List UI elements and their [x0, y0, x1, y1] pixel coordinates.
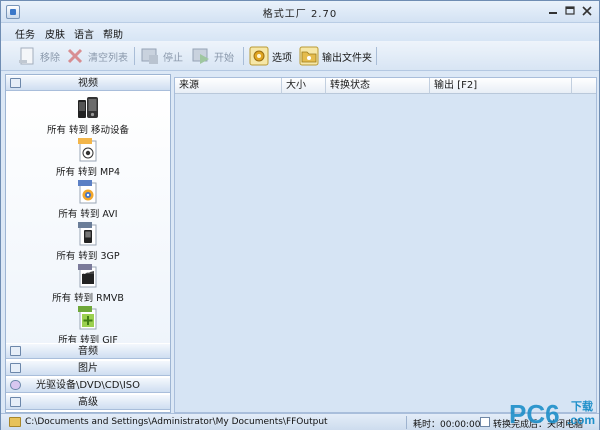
menu-task[interactable]: 任务	[15, 26, 35, 41]
category-audio[interactable]: 音频	[6, 343, 170, 359]
options-label: 选项	[272, 52, 292, 64]
image-category-icon	[10, 363, 21, 373]
video-item-gif[interactable]: 所有 转到 GIF	[6, 306, 170, 346]
disc-category-icon	[10, 380, 21, 390]
video-category-icon	[10, 78, 21, 88]
category-video[interactable]: 视频	[6, 75, 170, 91]
video-item-3gp[interactable]: 所有 转到 3GP	[6, 222, 170, 262]
clear-list-label: 清空列表	[88, 52, 128, 64]
gear-icon	[249, 46, 269, 66]
toolbar-separator	[243, 47, 244, 65]
column-filler	[572, 78, 596, 94]
video-item-mobile[interactable]: 所有 转到 移动设备	[6, 96, 170, 136]
menu-bar: 任务 皮肤 语言 帮助	[1, 23, 599, 41]
toolbar-separator	[134, 47, 135, 65]
menu-skin[interactable]: 皮肤	[45, 26, 65, 41]
title-bar[interactable]: 格式工厂 2.70	[1, 1, 599, 23]
maximize-icon	[565, 6, 575, 15]
remove-file-icon	[17, 46, 37, 66]
category-advanced[interactable]: 高级	[6, 394, 170, 410]
category-advanced-label: 高级	[78, 397, 98, 408]
task-list[interactable]: 来源 大小 转换状态 输出 [F2]	[174, 77, 597, 413]
3gp-icon	[77, 222, 99, 246]
shutdown-checkbox[interactable]	[480, 417, 490, 427]
options-button[interactable]: 选项	[249, 45, 292, 67]
stop-button[interactable]: 停止	[140, 45, 183, 67]
start-label: 开始	[214, 52, 234, 64]
video-item-label: 所有 转到 MP4	[55, 167, 120, 178]
video-format-list: 所有 转到 移动设备 所有 转到 MP4 所有 转到 AVI 所有 转到 3GP…	[6, 92, 170, 356]
folder-icon[interactable]	[9, 417, 21, 427]
close-button[interactable]	[579, 4, 595, 18]
toolbar-separator	[376, 47, 377, 65]
minimize-button[interactable]	[545, 4, 561, 18]
maximize-button[interactable]	[562, 4, 578, 18]
close-icon	[582, 6, 592, 16]
video-item-avi[interactable]: 所有 转到 AVI	[6, 180, 170, 220]
start-button[interactable]: 开始	[191, 45, 234, 67]
rmvb-icon	[77, 264, 99, 288]
minimize-icon	[549, 12, 557, 14]
status-separator	[406, 416, 407, 429]
category-panel: 视频 所有 转到 移动设备 所有 转到 MP4 所有 转到 AVI 所有 转到 …	[5, 74, 171, 413]
clear-list-button[interactable]: 清空列表	[65, 45, 128, 67]
toolbar: 移除 清空列表 停止 开始 选项 输出文件夹	[1, 41, 599, 71]
category-video-label: 视频	[78, 78, 98, 89]
app-window: 格式工厂 2.70 任务 皮肤 语言 帮助 移除 清空列表 停止 开始 选项 输…	[0, 0, 600, 430]
video-item-label: 所有 转到 3GP	[56, 251, 120, 262]
mobile-device-icon	[77, 96, 99, 120]
folder-icon	[299, 46, 319, 66]
video-item-mp4[interactable]: 所有 转到 MP4	[6, 138, 170, 178]
remove-label: 移除	[40, 52, 60, 64]
audio-category-icon	[10, 346, 21, 356]
mp4-icon	[77, 138, 99, 162]
column-source[interactable]: 来源	[175, 78, 282, 94]
watermark-sub-top: 下载	[571, 399, 593, 413]
video-item-label: 所有 转到 RMVB	[52, 293, 124, 304]
video-item-label: 所有 转到 移动设备	[46, 125, 130, 136]
clear-x-icon	[65, 46, 85, 66]
video-item-label: 所有 转到 AVI	[58, 209, 118, 220]
output-folder-button[interactable]: 输出文件夹	[299, 45, 372, 67]
stop-label: 停止	[163, 52, 183, 64]
output-folder-label: 输出文件夹	[322, 52, 372, 64]
category-image-label: 图片	[78, 363, 98, 374]
watermark-text: PC6	[509, 399, 560, 428]
watermark-sub-bottom: .com	[567, 413, 595, 427]
remove-button[interactable]: 移除	[17, 45, 60, 67]
stop-icon	[140, 46, 160, 66]
category-audio-label: 音频	[78, 346, 98, 357]
menu-help[interactable]: 帮助	[103, 26, 123, 41]
category-rom[interactable]: 光驱设备\DVD\CD\ISO	[6, 377, 170, 393]
output-path[interactable]: C:\Documents and Settings\Administrator\…	[25, 417, 328, 427]
advanced-category-icon	[10, 397, 21, 407]
start-play-icon	[191, 46, 211, 66]
pc6-watermark-logo: PC6 下载 .com	[507, 396, 599, 429]
category-image[interactable]: 图片	[6, 360, 170, 376]
window-title: 格式工厂 2.70	[262, 9, 338, 20]
menu-language[interactable]: 语言	[74, 26, 94, 41]
column-size[interactable]: 大小	[282, 78, 326, 94]
elapsed-time: 耗时：00:00:00	[413, 420, 481, 430]
column-status[interactable]: 转换状态	[326, 78, 430, 94]
video-item-rmvb[interactable]: 所有 转到 RMVB	[6, 264, 170, 304]
gif-icon	[77, 306, 99, 330]
avi-icon	[77, 180, 99, 204]
category-rom-label: 光驱设备\DVD\CD\ISO	[35, 380, 141, 391]
column-output[interactable]: 输出 [F2]	[430, 78, 572, 94]
